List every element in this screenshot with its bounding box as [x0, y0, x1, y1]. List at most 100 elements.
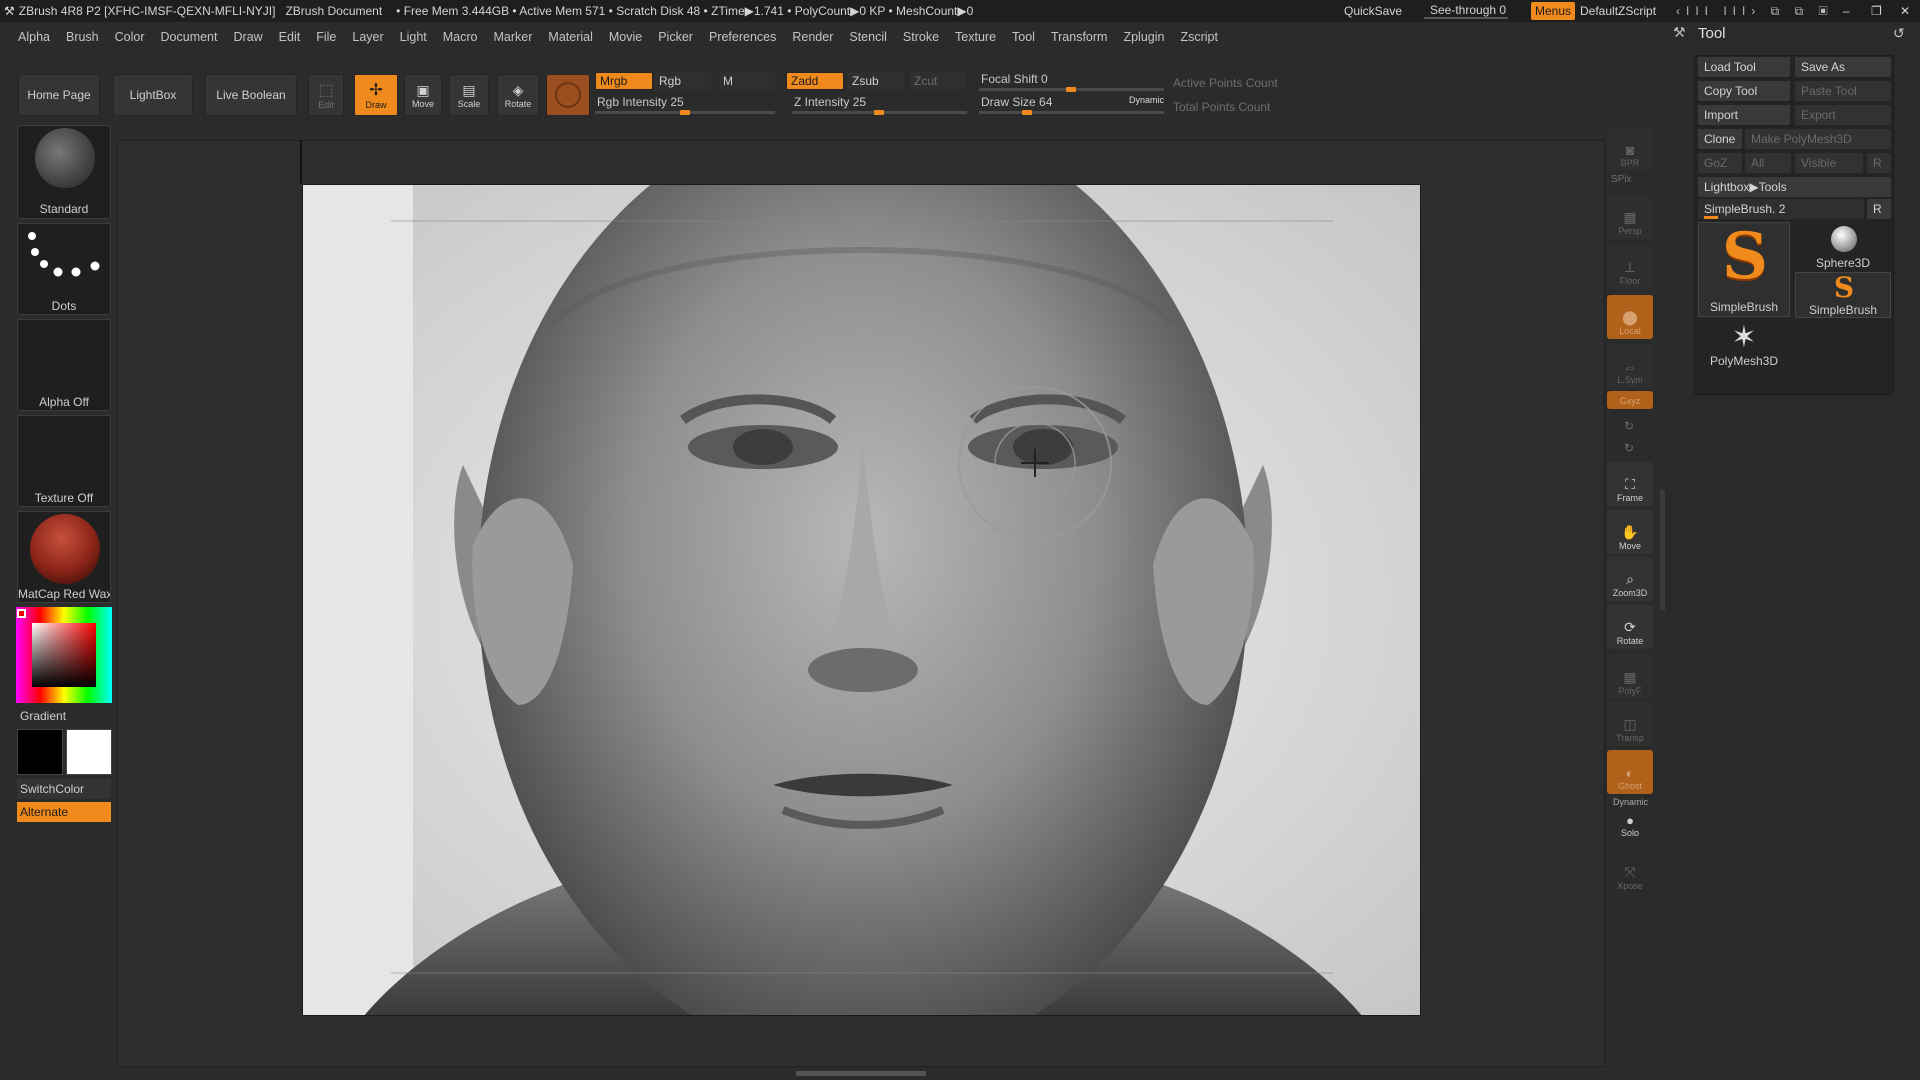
dynamic-toggle[interactable]: Dynamic [1129, 95, 1164, 105]
copy-tool-button[interactable]: Copy Tool [1698, 81, 1790, 101]
frame-button[interactable]: ⛶ Frame [1607, 462, 1653, 506]
zsub-toggle[interactable]: Zsub [848, 72, 904, 90]
rotate-view-button[interactable]: ⟳ Rotate [1607, 605, 1653, 649]
goz-r-button[interactable]: R [1867, 153, 1891, 173]
home-page-button[interactable]: Home Page [18, 74, 100, 116]
clone-button[interactable]: Clone [1698, 129, 1742, 149]
rotate-button[interactable]: ◈ Rotate [497, 74, 539, 116]
default-zscript-button[interactable]: DefaultZScript [1580, 4, 1656, 18]
menu-transform[interactable]: Transform [1051, 30, 1108, 44]
zadd-toggle[interactable]: Zadd [786, 72, 844, 90]
tool-thumb-sphere3d[interactable]: Sphere3D [1795, 222, 1891, 270]
xyz-button[interactable]: Gxyz [1607, 391, 1653, 409]
rgb-intensity-handle[interactable] [680, 110, 690, 115]
menu-file[interactable]: File [316, 30, 336, 44]
move-view-button[interactable]: ✋ Move [1607, 510, 1653, 554]
goz-visible-button[interactable]: Visible [1795, 153, 1863, 173]
menu-texture[interactable]: Texture [955, 30, 996, 44]
lightbox-tools-button[interactable]: Lightbox▶Tools [1698, 177, 1891, 197]
floor-button[interactable]: ⊥ Floor [1607, 245, 1653, 289]
goz-button[interactable]: GoZ [1698, 153, 1742, 173]
menu-render[interactable]: Render [792, 30, 833, 44]
import-button[interactable]: Import [1698, 105, 1790, 125]
menu-zscript[interactable]: Zscript [1180, 30, 1218, 44]
ghost-button[interactable]: ◐ Ghost [1607, 750, 1653, 794]
menu-document[interactable]: Document [161, 30, 218, 44]
material-sphere-button[interactable] [546, 74, 590, 116]
bpr-button[interactable]: ◙ BPR [1607, 127, 1653, 171]
tool-thumb-simplebrush-small[interactable]: S SimpleBrush [1795, 271, 1891, 318]
draw-size-handle[interactable] [1022, 110, 1032, 115]
reset-icon[interactable]: ↺ [1893, 25, 1905, 42]
transp-button[interactable]: ◫ Transp [1607, 702, 1653, 746]
alpha-selector[interactable]: Alpha Off [17, 319, 111, 411]
minimize-icon[interactable]: – [1843, 4, 1850, 18]
draw-size-slider[interactable]: Draw Size 64 Dynamic [979, 95, 1164, 115]
paste-tool-button[interactable]: Paste Tool [1795, 81, 1891, 101]
switchcolor-button[interactable]: SwitchColor [17, 779, 111, 799]
goz-all-button[interactable]: All [1745, 153, 1791, 173]
see-through-slider[interactable]: See-through 0 [1424, 3, 1508, 19]
scale-button[interactable]: ▤ Scale [449, 74, 489, 116]
edit-button[interactable]: ⬚ Edit [308, 74, 344, 116]
move-button[interactable]: ▣ Move [404, 74, 442, 116]
menu-zplugin[interactable]: Zplugin [1123, 30, 1164, 44]
live-boolean-button[interactable]: Live Boolean [205, 74, 297, 116]
focal-shift-handle[interactable] [1066, 87, 1076, 92]
local-button[interactable]: ⬤ Local [1607, 295, 1653, 339]
lightbox-button[interactable]: LightBox [113, 74, 193, 116]
restore-icon[interactable]: ❐ [1871, 4, 1882, 18]
alternate-button[interactable]: Alternate [17, 802, 111, 822]
menu-alpha[interactable]: Alpha [18, 30, 50, 44]
lsym-button[interactable]: ⇔ L.Sym [1607, 344, 1653, 388]
persp-button[interactable]: ▦ Persp [1607, 195, 1653, 239]
mrgb-toggle[interactable]: Mrgb [595, 72, 653, 90]
rgb-toggle[interactable]: Rgb [655, 72, 711, 90]
quicksave-button[interactable]: QuickSave [1344, 4, 1402, 18]
menu-stroke[interactable]: Stroke [903, 30, 939, 44]
close-icon[interactable]: ✕ [1900, 4, 1910, 18]
menu-movie[interactable]: Movie [609, 30, 642, 44]
menu-tool[interactable]: Tool [1012, 30, 1035, 44]
color-saturation-box[interactable] [32, 623, 96, 687]
zoom3d-button[interactable]: ⌕ Zoom3D [1607, 557, 1653, 601]
color-picker[interactable] [16, 607, 112, 703]
export-button[interactable]: Export [1795, 105, 1891, 125]
rgb-intensity-slider[interactable]: Rgb Intensity 25 [595, 95, 775, 115]
menu-draw[interactable]: Draw [234, 30, 263, 44]
viewport-reference-image[interactable] [302, 184, 1421, 1016]
menu-color[interactable]: Color [115, 30, 145, 44]
current-tool-r-button[interactable]: R [1867, 199, 1891, 219]
menus-button[interactable]: Menus [1531, 2, 1576, 20]
menu-preferences[interactable]: Preferences [709, 30, 776, 44]
menu-stencil[interactable]: Stencil [849, 30, 887, 44]
secondary-color-swatch[interactable] [66, 729, 112, 775]
make-polymesh3d-button[interactable]: Make PolyMesh3D [1745, 129, 1891, 149]
m-toggle[interactable]: M [719, 72, 775, 90]
rotate-axis-icons[interactable]: ↻ ↻ [1624, 415, 1634, 459]
bottom-scroll-handle[interactable] [796, 1071, 926, 1076]
primary-color-swatch[interactable] [17, 729, 63, 775]
save-as-button[interactable]: Save As [1795, 57, 1891, 77]
current-tool-slider[interactable]: SimpleBrush. 2 [1698, 199, 1864, 219]
tool-thumb-polymesh3d[interactable]: ✶ PolyMesh3D [1698, 320, 1790, 368]
menu-marker[interactable]: Marker [494, 30, 533, 44]
texture-selector[interactable]: Texture Off [17, 415, 111, 507]
solo-button[interactable]: ● Solo [1607, 805, 1653, 841]
draw-button[interactable]: ✢ Draw [354, 74, 398, 116]
brush-selector[interactable]: Standard [17, 125, 111, 219]
menu-brush[interactable]: Brush [66, 30, 99, 44]
polyf-button[interactable]: ▦ PolyF [1607, 655, 1653, 699]
spix-slider[interactable]: SPix [1611, 174, 1632, 185]
menu-layer[interactable]: Layer [352, 30, 383, 44]
menu-material[interactable]: Material [548, 30, 592, 44]
xpose-button[interactable]: ⤧ Xpose [1607, 850, 1653, 894]
zcut-toggle[interactable]: Zcut [910, 72, 966, 90]
material-selector[interactable]: MatCap Red Wax [17, 511, 111, 603]
menu-picker[interactable]: Picker [658, 30, 693, 44]
menu-macro[interactable]: Macro [443, 30, 478, 44]
tool-thumb-simplebrush-large[interactable]: S SimpleBrush [1698, 219, 1790, 317]
z-intensity-slider[interactable]: Z Intensity 25 [792, 95, 967, 115]
layout-icons[interactable]: ‹III III› ⧉ ⧉ ▣ [1676, 4, 1834, 19]
menu-light[interactable]: Light [400, 30, 427, 44]
